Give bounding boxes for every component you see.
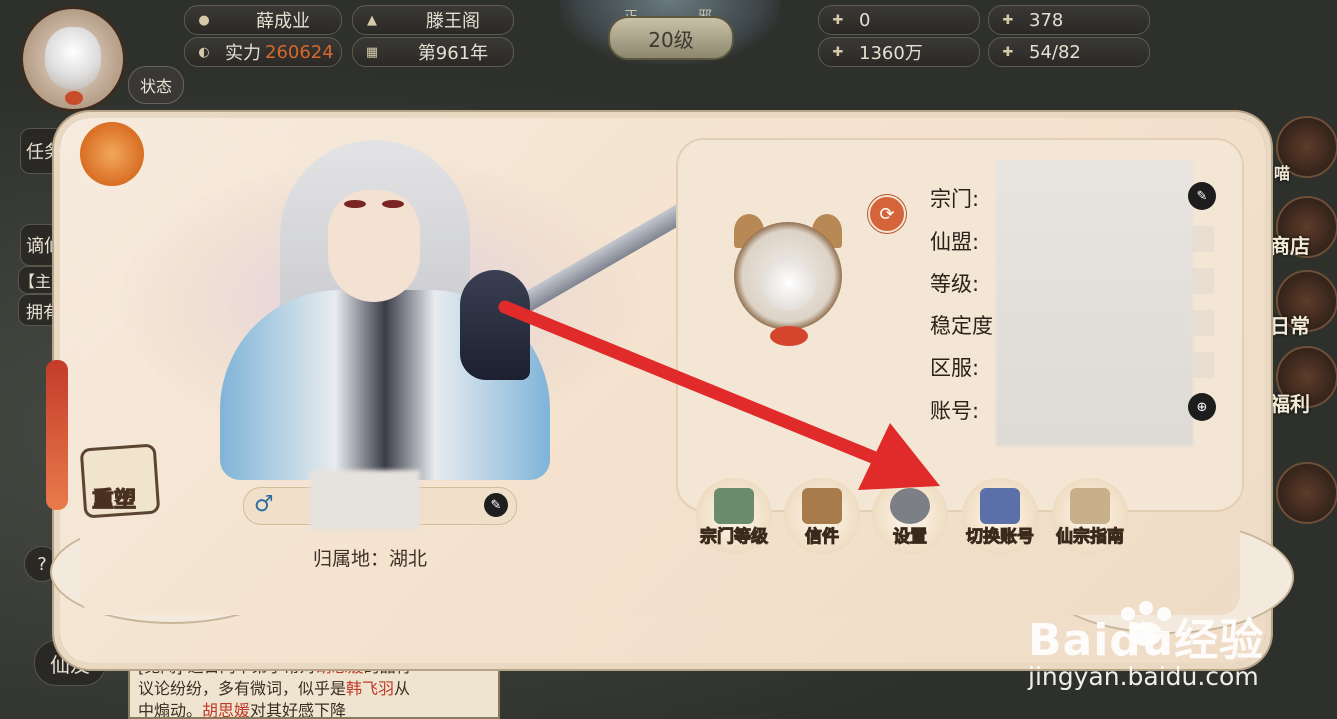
- calendar-icon: ▦: [365, 44, 379, 60]
- level-badge: 20级: [608, 16, 734, 60]
- avatar-face-small: [762, 256, 816, 310]
- gear-icon: [890, 488, 930, 524]
- status-button[interactable]: 状态: [128, 66, 184, 104]
- power-icon: ◐: [198, 44, 210, 60]
- level-slot: [1192, 268, 1214, 294]
- settings-label: 设置: [893, 527, 928, 548]
- resource-pill-2[interactable]: ✚ 378: [988, 5, 1150, 35]
- meow-label: 喵: [1274, 164, 1291, 183]
- character-face: [328, 190, 420, 302]
- switch-account-label: 切换账号: [966, 527, 1035, 548]
- home-location: 归属地：湖北: [313, 548, 428, 570]
- sect-level-label: 宗门等级: [700, 527, 769, 548]
- person-icon: ●: [198, 12, 210, 28]
- water-drop-icon: ✚: [832, 44, 844, 60]
- character-portrait: [160, 140, 701, 480]
- switch-account-icon: [980, 488, 1020, 524]
- sect-gate-icon: [714, 488, 754, 524]
- mail-label: 信件: [805, 527, 840, 548]
- food-plus-icon: ✚: [1002, 44, 1014, 60]
- name-redacted: [310, 470, 420, 530]
- character-pauldron: [460, 270, 530, 380]
- account-label: 账号:: [930, 399, 980, 423]
- jade-plus-icon: ✚: [1002, 12, 1014, 28]
- pavilion-icon: ▲: [367, 12, 377, 28]
- scroll-icon: [1070, 488, 1110, 524]
- player-avatar[interactable]: [20, 6, 126, 112]
- character-eye-right: [382, 200, 404, 208]
- gong-icon[interactable]: [1276, 462, 1337, 524]
- level-label: 等级:: [930, 272, 980, 296]
- switch-account-button[interactable]: 切换账号: [962, 478, 1038, 554]
- bell-icon: [65, 91, 83, 105]
- info-values-redacted: [996, 160, 1193, 446]
- resource-pill-3[interactable]: ✚ 1360万: [818, 37, 980, 67]
- sect-label: 宗门:: [930, 187, 980, 211]
- stability-slot: [1192, 310, 1214, 336]
- stability-label: 稳定度: [930, 314, 993, 338]
- mail-button[interactable]: 信件: [784, 478, 860, 554]
- baidu-watermark: Baidu经验 jingyan.baidu.com: [1028, 600, 1328, 710]
- watermark-main-text: Baidu经验: [1028, 615, 1265, 666]
- edit-name-icon[interactable]: ✎: [484, 493, 508, 517]
- power-pill: ◐ 实力 260624: [184, 37, 342, 67]
- watermark-url: jingyan.baidu.com: [1028, 662, 1259, 691]
- player-name-pill: ● 薛成业: [184, 5, 342, 35]
- sect-guide-label: 仙宗指南: [1056, 527, 1125, 548]
- resource-pill-4[interactable]: ✚ 54/82: [988, 37, 1150, 67]
- mail-icon: [802, 488, 842, 524]
- daily-label: 日常: [1270, 314, 1310, 338]
- resource-pill-1[interactable]: ✚ 0: [818, 5, 980, 35]
- bell-ornament-icon: [80, 122, 144, 186]
- character-name-bar: ♂ ✎: [243, 470, 517, 530]
- coin-plus-icon: ✚: [832, 12, 844, 28]
- sect-level-button[interactable]: 宗门等级: [696, 478, 772, 554]
- character-eye-left: [344, 200, 366, 208]
- tassel-decoration: [46, 360, 68, 510]
- bow-decoration: [770, 326, 808, 346]
- settings-button[interactable]: 设置: [872, 478, 948, 554]
- sect-guide-button[interactable]: 仙宗指南: [1052, 478, 1128, 554]
- server-label: 区服:: [930, 356, 980, 380]
- alliance-label: 仙盟:: [930, 230, 980, 254]
- copy-account-icon[interactable]: ⊕: [1188, 393, 1216, 421]
- welfare-label: 福利: [1270, 392, 1310, 416]
- message-line-2: 议论纷纷，多有微词，似乎是韩飞羽从: [138, 679, 411, 698]
- reshape-label: 重塑: [91, 488, 137, 514]
- male-icon: ♂: [254, 492, 274, 517]
- year-pill: ▦ 第961年: [352, 37, 514, 67]
- server-slot: [1192, 352, 1214, 378]
- edit-sect-icon[interactable]: ✎: [1188, 182, 1216, 210]
- message-line-3: 中煽动。胡思媛对其好感下降: [138, 701, 347, 719]
- sect-name-pill: ▲ 滕王阁: [352, 5, 514, 35]
- profile-avatar-frame[interactable]: [718, 198, 858, 364]
- alliance-slot: [1192, 226, 1214, 252]
- shop-label: 商店: [1270, 234, 1310, 258]
- top-bar: ● 薛成业 ▲ 滕王阁 ◐ 实力 260624 ▦ 第961年 正 邪 20级 …: [0, 0, 1337, 112]
- avatar-face: [45, 27, 101, 89]
- reshape-button[interactable]: 重塑: [78, 440, 168, 520]
- swap-avatar-icon[interactable]: ⟳: [868, 195, 906, 233]
